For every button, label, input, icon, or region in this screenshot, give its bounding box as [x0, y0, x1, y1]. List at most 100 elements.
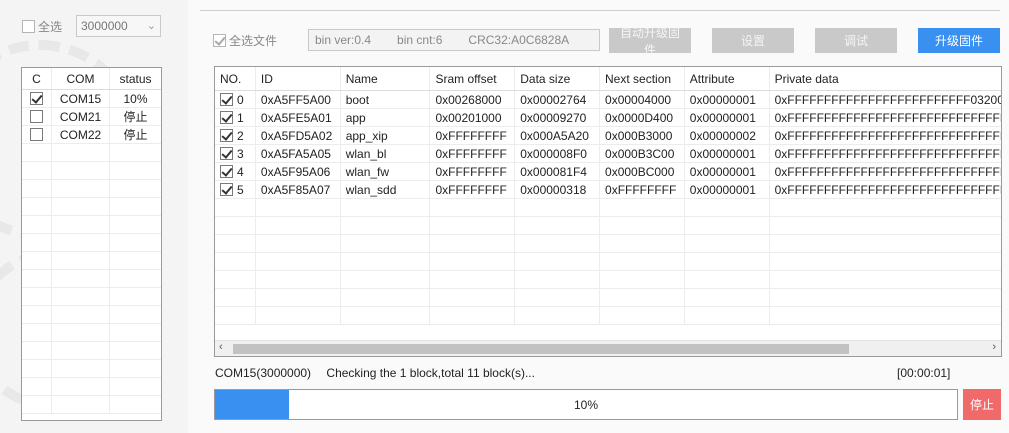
file-sram-offset-cell	[430, 289, 516, 306]
file-private-data-cell	[770, 271, 1001, 288]
com-table-row[interactable]: COM22 停止	[22, 126, 161, 144]
com-row-checkbox[interactable]	[30, 128, 43, 141]
settings-button[interactable]: 设置	[712, 28, 794, 53]
col-header-name[interactable]: Name	[341, 67, 431, 90]
com-table-row[interactable]: COM21 停止	[22, 108, 161, 126]
file-attribute-cell	[685, 235, 770, 252]
select-files-checkbox[interactable]	[213, 34, 226, 47]
upgrade-firmware-button[interactable]: 升级固件	[918, 28, 1000, 53]
com-row-check-cell	[22, 126, 52, 143]
com-row-check-cell	[22, 270, 52, 287]
col-header-check[interactable]: C	[22, 68, 52, 89]
select-all-checkbox[interactable]	[22, 20, 35, 33]
file-private-data-cell: 0xFFFFFFFFFFFFFFFFFFFFFFFFFFFFFFFFFFFFF	[774, 182, 1001, 197]
file-row-checkbox[interactable]	[220, 147, 233, 160]
file-attribute-cell	[685, 271, 770, 288]
horizontal-scrollbar[interactable]: ‹ ›	[215, 340, 1001, 356]
file-row-checkbox[interactable]	[220, 111, 233, 124]
col-header-next-section[interactable]: Next section	[600, 67, 685, 90]
file-sram-offset-cell: 0xFFFFFFFF	[430, 127, 516, 144]
file-attribute-cell: 0x00000001	[685, 109, 770, 126]
com-port-table: C COM status COM15 10% COM21 停止 COM22 停止	[21, 67, 162, 421]
com-row-port-cell	[52, 234, 110, 251]
com-row-checkbox[interactable]	[30, 92, 43, 105]
select-all-files[interactable]: 全选文件	[213, 32, 277, 49]
com-row-check-cell	[22, 342, 52, 359]
col-header-private-data[interactable]: Private data	[770, 67, 1001, 90]
col-header-status[interactable]: status	[110, 68, 161, 89]
file-id-cell	[256, 217, 341, 234]
file-row-number: 3	[237, 146, 244, 161]
com-row-check-cell	[22, 378, 52, 395]
file-next-section-cell: 0xFFFFFFFF	[600, 181, 685, 198]
file-table-row[interactable]: 4 0xA5F95A06 wlan_fw 0xFFFFFFFF 0x000081F4 0x…	[215, 163, 1001, 181]
file-data-size-cell	[515, 307, 601, 324]
com-table-empty-row	[22, 288, 161, 306]
file-table-row[interactable]: 5 0xA5F85A07 wlan_sdd 0xFFFFFFFF 0x00000318 0…	[215, 181, 1001, 199]
com-row-status-cell	[110, 198, 161, 215]
col-header-id[interactable]: ID	[256, 67, 341, 90]
com-row-status-cell	[110, 180, 161, 197]
file-row-checkbox[interactable]	[220, 165, 233, 178]
file-attribute-cell	[685, 307, 770, 324]
file-no-cell	[215, 289, 256, 306]
file-attribute-cell: 0x00000001	[685, 181, 770, 198]
com-table-empty-row	[22, 360, 161, 378]
file-sram-offset-cell: 0xFFFFFFFF	[430, 163, 516, 180]
col-header-data-size[interactable]: Data size	[515, 67, 601, 90]
file-no-cell: 4	[215, 163, 256, 180]
file-private-data-cell: 0xFFFFFFFFFFFFFFFFFFFFFFFFFFFFFFFFFFFFF	[774, 164, 1001, 179]
auto-upgrade-button[interactable]: 自动升级固件	[609, 26, 691, 57]
col-header-attribute[interactable]: Attribute	[685, 67, 770, 90]
com-row-check-cell	[22, 180, 52, 197]
com-row-check-cell	[22, 216, 52, 233]
file-name-cell: wlan_sdd	[341, 181, 431, 198]
col-header-sram-offset[interactable]: Sram offset	[430, 67, 516, 90]
file-private-data-cell	[770, 289, 1001, 306]
file-sram-offset-cell	[430, 217, 516, 234]
file-sram-offset-cell	[430, 253, 516, 270]
stop-button[interactable]: 停止	[963, 389, 1001, 420]
col-header-no[interactable]: NO.	[215, 67, 256, 90]
file-no-cell	[215, 217, 256, 234]
scroll-left-icon[interactable]: ‹	[219, 341, 223, 353]
file-row-checkbox[interactable]	[220, 183, 233, 196]
col-header-com[interactable]: COM	[52, 68, 110, 89]
file-table-row[interactable]: 3 0xA5FA5A05 wlan_bl 0xFFFFFFFF 0x000008F0 0x…	[215, 145, 1001, 163]
file-table-row[interactable]: 0 0xA5FF5A00 boot 0x00268000 0x00002764 0x000…	[215, 91, 1001, 109]
file-data-size-cell	[515, 217, 601, 234]
file-data-size-cell	[515, 199, 601, 216]
com-row-port-cell: COM22	[52, 126, 110, 143]
scrollbar-thumb[interactable]	[233, 344, 849, 354]
file-name-cell: app_xip	[341, 127, 431, 144]
scroll-right-icon[interactable]: ›	[992, 341, 996, 353]
file-table-row[interactable]: 1 0xA5FE5A01 app 0x00201000 0x00009270 0x0000…	[215, 109, 1001, 127]
file-next-section-cell: 0x000B3000	[600, 127, 685, 144]
com-row-status-cell	[110, 378, 161, 395]
debug-button[interactable]: 调试	[815, 28, 897, 53]
file-row-checkbox[interactable]	[220, 129, 233, 142]
file-attribute-cell	[685, 289, 770, 306]
com-table-row[interactable]: COM15 10%	[22, 90, 161, 108]
file-next-section-cell	[600, 289, 685, 306]
file-row-number: 5	[237, 182, 244, 197]
com-row-status-cell: 10%	[123, 91, 148, 106]
com-row-check-cell	[22, 288, 52, 305]
bin-crc: CRC32:A0C6828A	[468, 33, 570, 47]
com-row-status-cell	[110, 342, 161, 359]
file-next-section-cell: 0x0000D400	[600, 109, 685, 126]
file-no-cell: 0	[215, 91, 256, 108]
status-message: Checking the 1 block,total 11 block(s)..…	[326, 366, 535, 380]
select-all-ports[interactable]: 全选	[22, 18, 62, 35]
file-sram-offset-cell	[430, 235, 516, 252]
file-row-checkbox[interactable]	[220, 93, 233, 106]
com-row-port-cell	[52, 324, 110, 341]
file-table-row[interactable]: 2 0xA5FD5A02 app_xip 0xFFFFFFFF 0x000A5A20 0x…	[215, 127, 1001, 145]
top-divider	[200, 10, 1000, 11]
file-name-cell	[341, 253, 431, 270]
baud-rate-select[interactable]: 3000000 ⌄	[76, 15, 161, 37]
com-row-check-cell	[22, 234, 52, 251]
file-no-cell	[215, 271, 256, 288]
com-row-status-cell	[110, 360, 161, 377]
com-row-checkbox[interactable]	[30, 110, 43, 123]
